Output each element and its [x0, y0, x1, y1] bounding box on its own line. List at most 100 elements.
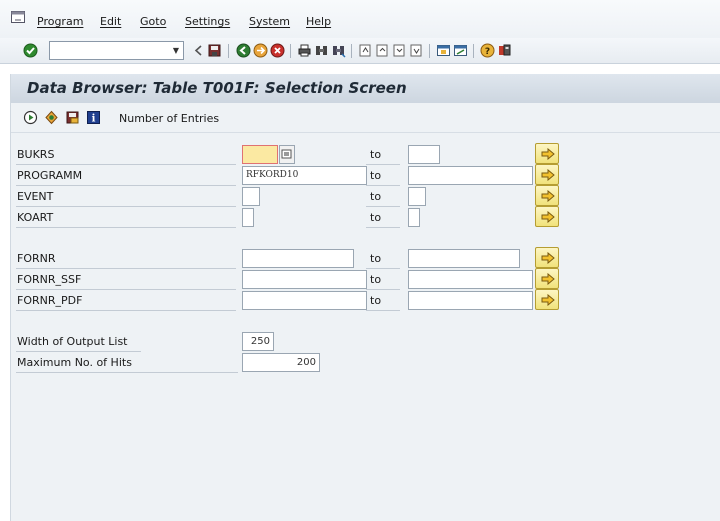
arrow-right-icon: [541, 273, 555, 285]
field-label-koart: KOART: [16, 207, 236, 228]
selection-row-fornr: FORNR to: [16, 247, 720, 269]
print-icon[interactable]: [297, 43, 312, 58]
previous-page-icon[interactable]: [375, 43, 390, 58]
toolbar-separator: [473, 44, 474, 58]
field-label-event: EVENT: [16, 186, 236, 207]
fornr-pdf-high-input[interactable]: [408, 291, 533, 310]
field-label-fornr: FORNR: [16, 248, 236, 269]
koart-high-input[interactable]: [408, 208, 420, 227]
arrow-right-icon: [541, 148, 555, 160]
selection-row-bukrs: BUKRS to: [16, 143, 720, 165]
back-icon[interactable]: [236, 43, 251, 58]
field-label-fornr-ssf: FORNR_SSF: [16, 269, 236, 290]
fornr-ssf-high-input[interactable]: [408, 270, 533, 289]
event-low-input[interactable]: [242, 187, 260, 206]
window-menu-icon[interactable]: [11, 11, 25, 23]
menu-bar: Program Edit Goto Settings System Help: [0, 0, 720, 38]
selection-row-programm: PROGRAMM RFKORD10 to: [16, 164, 720, 186]
to-label: to: [366, 290, 400, 311]
max-hits-row: Maximum No. of Hits 200: [16, 352, 720, 373]
programm-low-input[interactable]: RFKORD10: [242, 166, 367, 185]
customize-layout-icon[interactable]: [497, 43, 512, 58]
arrow-right-icon: [541, 190, 555, 202]
menu-goto[interactable]: Goto: [140, 15, 166, 28]
menu-edit[interactable]: Edit: [100, 15, 121, 28]
koart-low-input[interactable]: [242, 208, 254, 227]
to-label: to: [366, 165, 400, 186]
to-label: to: [366, 248, 400, 269]
number-of-entries-button[interactable]: Number of Entries: [119, 112, 219, 125]
to-label: to: [366, 144, 400, 165]
width-of-output-list-label: Width of Output List: [16, 331, 141, 352]
execute-icon[interactable]: [23, 110, 38, 125]
value-help-icon[interactable]: [279, 145, 295, 164]
find-next-icon[interactable]: [331, 43, 346, 58]
fornr-ssf-low-input[interactable]: [242, 270, 367, 289]
command-field[interactable]: ▼: [49, 41, 184, 60]
next-page-icon[interactable]: [392, 43, 407, 58]
programm-high-input[interactable]: [408, 166, 533, 185]
fornr-high-input[interactable]: [408, 249, 520, 268]
arrow-right-icon: [541, 169, 555, 181]
maximum-no-of-hits-label: Maximum No. of Hits: [16, 352, 238, 373]
last-page-icon[interactable]: [409, 43, 424, 58]
max-hits-input[interactable]: 200: [242, 353, 320, 372]
fornr-low-input[interactable]: [242, 249, 354, 268]
field-label-fornr-pdf: FORNR_PDF: [16, 290, 236, 311]
fornr-pdf-low-input[interactable]: [242, 291, 367, 310]
arrow-right-icon: [541, 294, 555, 306]
toolbar-separator: [351, 44, 352, 58]
field-label-bukrs: BUKRS: [16, 144, 236, 165]
new-session-icon[interactable]: [436, 43, 451, 58]
selection-row-fornr-ssf: FORNR_SSF to: [16, 268, 720, 290]
variant-save-icon[interactable]: [65, 110, 80, 125]
to-label: to: [366, 207, 400, 228]
information-icon[interactable]: i: [86, 110, 101, 125]
field-label-programm: PROGRAMM: [16, 165, 236, 186]
cancel-icon[interactable]: [270, 43, 285, 58]
arrow-left-small-icon[interactable]: [191, 43, 206, 58]
selection-row-fornr-pdf: FORNR_PDF to: [16, 289, 720, 311]
exit-icon[interactable]: [253, 43, 268, 58]
svg-text:i: i: [92, 114, 96, 125]
toolbar-separator: [290, 44, 291, 58]
menu-program[interactable]: Program: [37, 15, 83, 28]
to-label: to: [366, 269, 400, 290]
selection-row-koart: KOART to: [16, 206, 720, 228]
selection-row-event: EVENT to: [16, 185, 720, 207]
multiple-selection-button[interactable]: [535, 143, 559, 164]
standard-toolbar: ▼ ?: [0, 38, 720, 64]
multiple-selection-button[interactable]: [535, 185, 559, 206]
chevron-down-icon[interactable]: ▼: [169, 42, 183, 59]
output-width-row: Width of Output List 250: [16, 331, 720, 352]
help-icon[interactable]: ?: [480, 43, 495, 58]
arrow-right-icon: [541, 211, 555, 223]
multiple-selection-button[interactable]: [535, 247, 559, 268]
event-high-input[interactable]: [408, 187, 426, 206]
toolbar-separator: [429, 44, 430, 58]
page-title: Data Browser: Table T001F: Selection Scr…: [27, 79, 407, 97]
multiple-selection-button[interactable]: [535, 164, 559, 185]
multiple-selection-button[interactable]: [535, 289, 559, 310]
find-icon[interactable]: [314, 43, 329, 58]
title-bar: Data Browser: Table T001F: Selection Scr…: [11, 74, 720, 103]
bukrs-high-input[interactable]: [408, 145, 440, 164]
output-width-input[interactable]: 250: [242, 332, 274, 351]
save-icon[interactable]: [207, 43, 222, 58]
first-page-icon[interactable]: [358, 43, 373, 58]
multiple-selection-button[interactable]: [535, 268, 559, 289]
svg-text:?: ?: [485, 47, 490, 57]
shortcut-icon[interactable]: [453, 43, 468, 58]
multiple-selection-button[interactable]: [535, 206, 559, 227]
execute-background-icon[interactable]: [44, 110, 59, 125]
menu-help[interactable]: Help: [306, 15, 331, 28]
application-toolbar: i Number of Entries: [11, 103, 720, 133]
menu-settings[interactable]: Settings: [185, 15, 230, 28]
menu-system[interactable]: System: [249, 15, 290, 28]
arrow-right-icon: [541, 252, 555, 264]
bukrs-low-input[interactable]: [242, 145, 278, 164]
enter-checkmark-icon[interactable]: [23, 43, 38, 58]
to-label: to: [366, 186, 400, 207]
main-panel: Data Browser: Table T001F: Selection Scr…: [10, 74, 720, 521]
toolbar-separator: [228, 44, 229, 58]
